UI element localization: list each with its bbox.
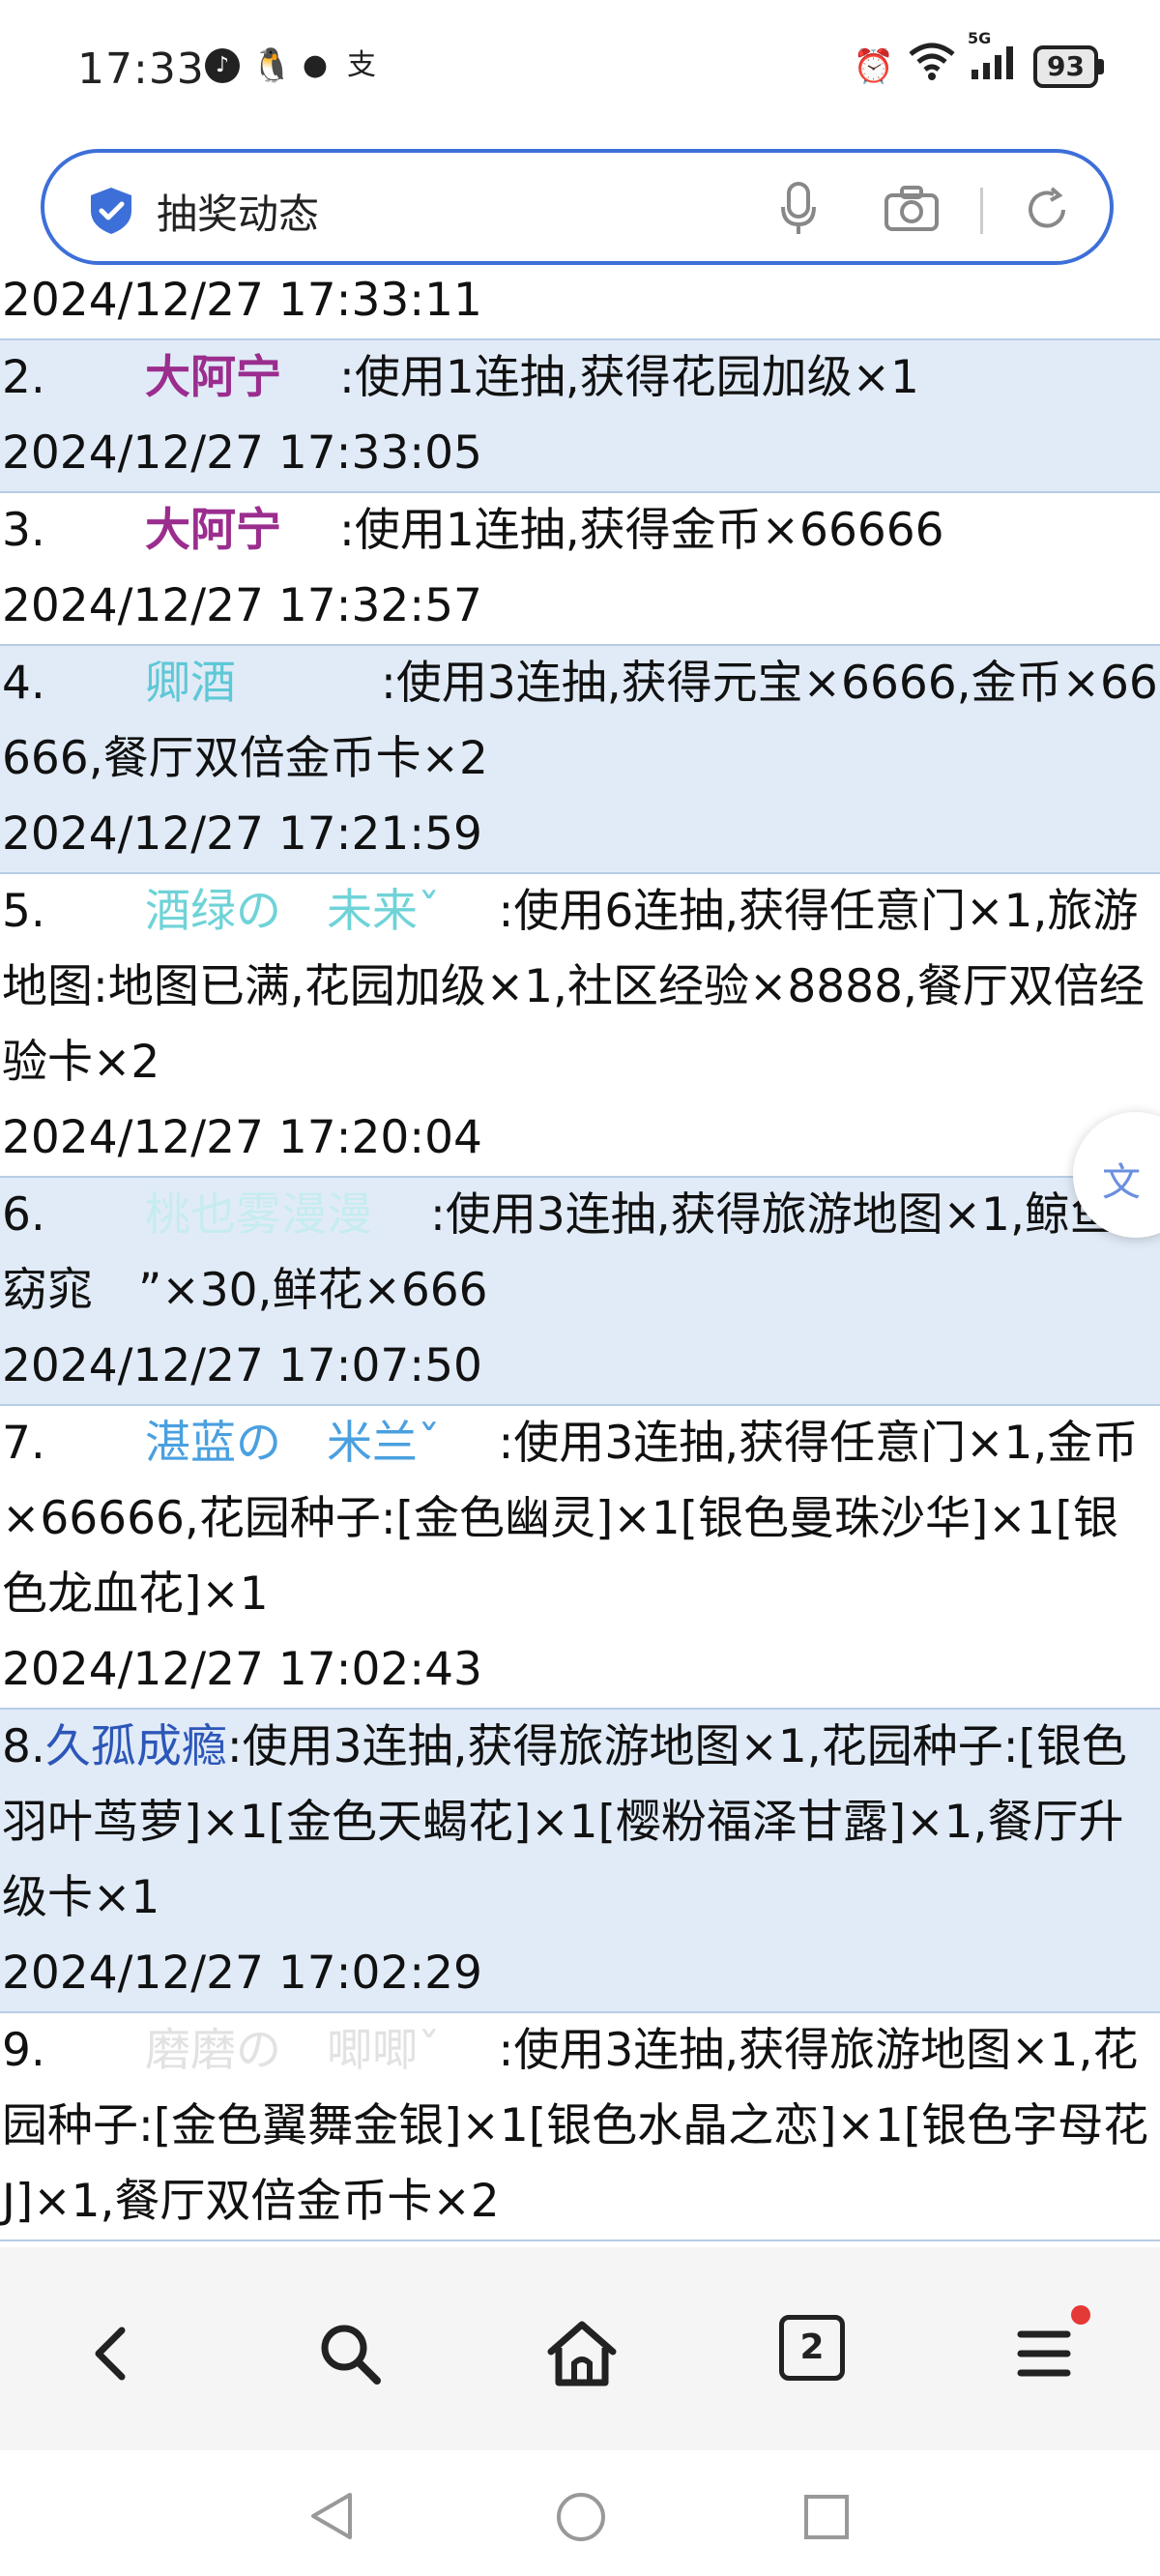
list-item: 3. 大阿宁 :使用1连抽,获得金币×66666 2024/12/27 17:32:5… [0, 493, 1160, 646]
entry-number: 9. [2, 2024, 45, 2077]
entry-list: 2. 大阿宁 :使用1连抽,获得花园加级×1 2024/12/27 17:33:05 3… [0, 340, 1160, 2241]
tab-count: 2 [779, 2315, 845, 2381]
system-icons: ⏰ 5G 93 [853, 29, 1104, 90]
entry-number: 8. [2, 1720, 45, 1773]
clock: 17:33 [77, 44, 205, 94]
search-input[interactable]: 抽奖动态 [157, 182, 319, 241]
back-icon[interactable] [75, 2315, 153, 2392]
user-link[interactable]: 大阿宁 [145, 340, 281, 416]
browser-toolbar: 2 [0, 2247, 1160, 2450]
entry-number: 6. [2, 1188, 45, 1242]
lottery-feed[interactable]: 2024/12/27 17:33:11 2. 大阿宁 :使用1连抽,获得花园加级×1… [0, 269, 1160, 2247]
nav-back-icon[interactable] [307, 2489, 356, 2543]
system-nav-bar [0, 2450, 1160, 2576]
menu-icon[interactable] [1011, 2315, 1088, 2392]
status-bar: 17:33 ♪ 🐧 ● 支 ⏰ 5G 93 [0, 0, 1160, 143]
user-link[interactable]: 磨磨の 唧唧ˇ [145, 2013, 441, 2089]
alarm-icon: ⏰ [853, 46, 895, 86]
list-item: 6. 桃也雾漫漫:使用3连抽,获得旅游地图×1,鲸鱼” 窈窕 ”×30,鲜花×66… [0, 1178, 1160, 1406]
list-item: 8.久孤成瘾:使用3连抽,获得旅游地图×1,花园种子:[银色羽叶茑萝]×1[金色… [0, 1710, 1160, 2013]
battery-indicator: 93 [1033, 44, 1104, 88]
microphone-icon[interactable] [779, 182, 818, 236]
user-link[interactable]: 卿酒 [145, 646, 236, 721]
tiktok-icon: ♪ [205, 48, 240, 83]
network-type: 5G [968, 29, 992, 47]
entry-timestamp: 2024/12/27 17:33:11 [0, 269, 1160, 340]
tabs-button[interactable]: 2 [779, 2315, 856, 2392]
list-item: 7. 湛蓝の 米兰ˇ:使用3连抽,获得任意门×1,金币×66666,花园种子:[金… [0, 1406, 1160, 1710]
divider [980, 188, 983, 234]
nav-home-icon[interactable] [555, 2491, 607, 2543]
entry-number: 7. [2, 1417, 45, 1470]
entry-text: :使用1连抽,获得花园加级×1 [339, 351, 919, 404]
search-icon[interactable] [311, 2315, 389, 2392]
entry-timestamp: 2024/12/27 17:02:43 [2, 1643, 482, 1696]
list-item: 2. 大阿宁 :使用1连抽,获得花园加级×1 2024/12/27 17:33:05 [0, 340, 1160, 493]
entry-timestamp: 2024/12/27 17:07:50 [2, 1339, 482, 1392]
qq-icon: 🐧 [251, 46, 293, 85]
user-link[interactable]: 桃也雾漫漫 [145, 1178, 372, 1253]
refresh-icon[interactable] [1023, 186, 1071, 234]
entry-number: 3. [2, 504, 45, 557]
entry-number: 2. [2, 351, 45, 404]
nav-recents-icon[interactable] [802, 2493, 851, 2541]
wifi-icon [908, 43, 956, 90]
entry-text: :使用1连抽,获得金币×66666 [339, 504, 944, 557]
user-link[interactable]: 久孤成瘾 [45, 1710, 227, 1785]
search-bar[interactable]: 抽奖动态 [41, 149, 1114, 265]
wechat-icon: ● [302, 48, 329, 82]
entry-number: 4. [2, 657, 45, 710]
entry-timestamp: 2024/12/27 17:32:57 [2, 579, 482, 632]
list-item: 5. 酒绿の 未来ˇ:使用6连抽,获得任意门×1,旅游地图:地图已满,花园加级×1… [0, 874, 1160, 1178]
signal-icon: 5G [968, 29, 1020, 90]
user-link[interactable]: 湛蓝の 米兰ˇ [145, 1406, 441, 1481]
list-item: 9. 磨磨の 唧唧ˇ:使用3连抽,获得旅游地图×1,花园种子:[金色翼舞金银]×1… [0, 2013, 1160, 2241]
alipay-icon: 支 [347, 48, 376, 82]
user-link[interactable]: 大阿宁 [145, 493, 281, 569]
entry-timestamp: 2024/12/27 17:33:05 [2, 426, 482, 480]
list-item: 4. 卿酒:使用3连抽,获得元宝×6666,金币×66666,餐厅双倍金币卡×2 2… [0, 646, 1160, 874]
home-icon[interactable] [543, 2315, 621, 2392]
user-link[interactable]: 酒绿の 未来ˇ [145, 874, 441, 950]
entry-timestamp: 2024/12/27 17:02:29 [2, 1947, 482, 2000]
entry-timestamp: 2024/12/27 17:20:04 [2, 1111, 482, 1164]
notification-icons: ♪ 🐧 ● 支 [205, 48, 379, 83]
entry-number: 5. [2, 885, 45, 938]
entry-timestamp: 2024/12/27 17:21:59 [2, 807, 482, 861]
shield-icon [91, 188, 131, 234]
camera-icon[interactable] [884, 184, 940, 232]
translate-icon: 文 [1102, 1160, 1141, 1205]
notification-dot [1071, 2305, 1090, 2325]
